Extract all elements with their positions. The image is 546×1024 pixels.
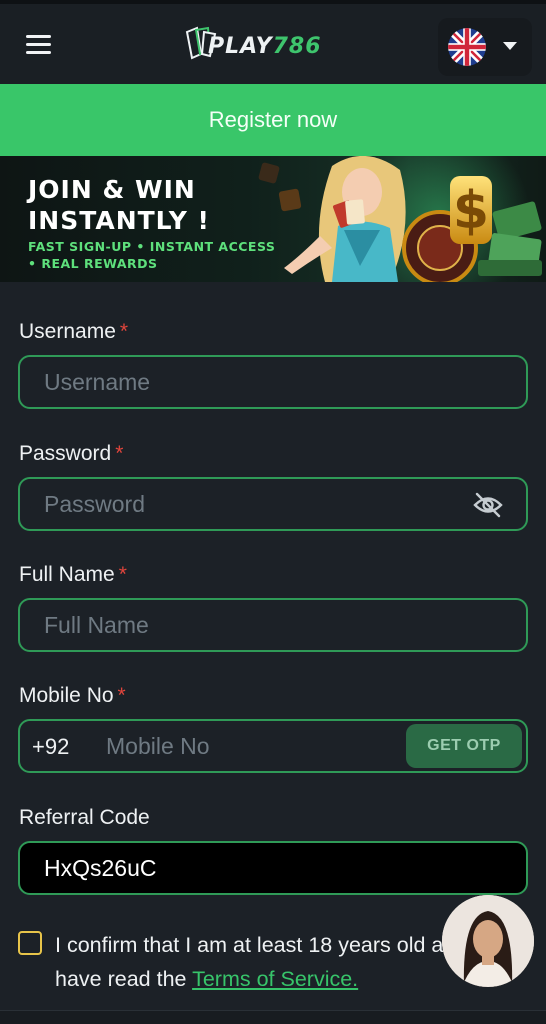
language-selector[interactable] (438, 18, 532, 76)
banner-title-line2: INSTANTLY ! (28, 206, 210, 235)
mobile-label: Mobile No * (19, 684, 126, 707)
svg-text:$: $ (453, 181, 489, 241)
chevron-down-icon (503, 42, 517, 50)
required-mark: * (115, 442, 124, 465)
referral-label: Referral Code (19, 806, 150, 829)
required-mark: * (117, 684, 126, 707)
mobile-field: +92 GET OTP (18, 719, 528, 773)
username-label: Username * (19, 320, 129, 343)
avatar-icon (442, 895, 534, 987)
referral-field (18, 841, 528, 895)
uk-flag-icon (448, 28, 486, 66)
username-input[interactable] (44, 357, 484, 407)
required-mark: * (118, 563, 127, 586)
username-field (18, 355, 528, 409)
bottom-bar (0, 1010, 546, 1024)
logo-text: PLAY (208, 34, 273, 59)
password-label: Password * (19, 442, 124, 465)
full-name-input[interactable] (44, 600, 484, 650)
register-now-button[interactable]: Register now (0, 84, 546, 156)
play786-logo[interactable]: PLAY786 (184, 24, 356, 64)
terms-of-service-link[interactable]: Terms of Service. (192, 967, 358, 991)
mobile-input[interactable] (106, 721, 406, 771)
get-otp-button[interactable]: GET OTP (406, 724, 522, 768)
support-chat-avatar[interactable] (442, 895, 534, 987)
full-name-field (18, 598, 528, 652)
promo-banner[interactable]: $ JOIN & WIN INSTANTLY ! FAST SIGN-UP • … (0, 156, 546, 282)
banner-artwork: $ (258, 156, 542, 282)
country-code-prefix: +92 (32, 734, 70, 759)
banner-subtitle-line1: FAST SIGN-UP • INSTANT ACCESS (28, 239, 276, 254)
logo-number: 786 (272, 34, 322, 59)
required-mark: * (119, 320, 129, 343)
terms-text-line2: have read the (55, 967, 193, 991)
password-input[interactable] (44, 479, 484, 529)
referral-code-input[interactable] (44, 843, 484, 893)
terms-text: I confirm that I am at least 18 years ol… (55, 928, 475, 996)
password-field (18, 477, 528, 531)
eye-off-icon[interactable] (472, 491, 504, 519)
full-name-label: Full Name * (19, 563, 127, 586)
terms-text-line1: I confirm that I am at least 18 years ol… (55, 933, 468, 957)
banner-subtitle-line2: • REAL REWARDS (28, 256, 158, 271)
age-confirm-checkbox[interactable] (18, 931, 42, 955)
hamburger-menu-icon[interactable] (24, 32, 54, 58)
top-header: PLAY786 (0, 0, 546, 84)
banner-title-line1: JOIN & WIN (28, 175, 196, 204)
